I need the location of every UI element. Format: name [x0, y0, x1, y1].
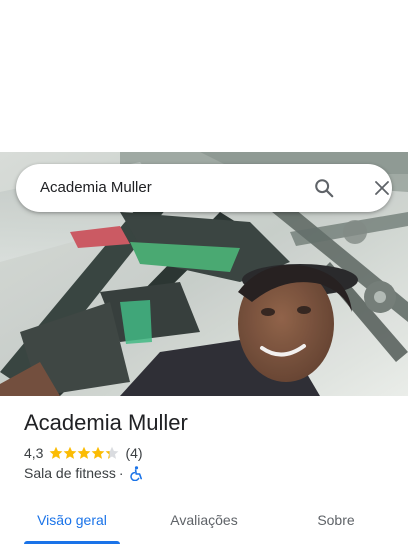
search-bar[interactable]: Academia Muller — [16, 164, 392, 212]
close-icon — [375, 181, 389, 195]
tab-about-label: Sobre — [317, 512, 355, 528]
tab-reviews-label: Avaliações — [170, 512, 238, 528]
rating-row[interactable]: 4,3 (4) — [24, 444, 143, 462]
star-icon — [78, 446, 91, 459]
category-label: Sala de fitness — [24, 465, 116, 481]
search-input[interactable]: Academia Muller — [40, 178, 152, 198]
close-button[interactable] — [366, 172, 398, 204]
tab-bar: Visão geral Avaliações Sobre — [0, 496, 408, 544]
review-count[interactable]: (4) — [125, 445, 142, 461]
tab-overview[interactable]: Visão geral — [24, 496, 120, 544]
search-button[interactable] — [308, 172, 340, 204]
rating-value: 4,3 — [24, 445, 44, 461]
star-icon — [92, 446, 105, 459]
category-separator: · — [118, 465, 124, 481]
tab-overview-label: Visão geral — [37, 512, 107, 528]
star-icon — [50, 446, 63, 459]
place-title: Academia Muller — [24, 410, 188, 435]
search-icon — [315, 179, 334, 198]
tab-reviews[interactable]: Avaliações — [152, 496, 256, 544]
wheelchair-accessible-icon — [129, 465, 143, 481]
star-rating — [49, 446, 119, 460]
star-icon — [64, 446, 77, 459]
star-icon — [106, 446, 119, 459]
place-info-panel: Academia Muller 4,3 (4) Sala de fitness … — [0, 396, 408, 544]
tab-about[interactable]: Sobre — [296, 496, 376, 544]
map-area — [0, 0, 408, 152]
category-row: Sala de fitness · — [24, 464, 143, 482]
